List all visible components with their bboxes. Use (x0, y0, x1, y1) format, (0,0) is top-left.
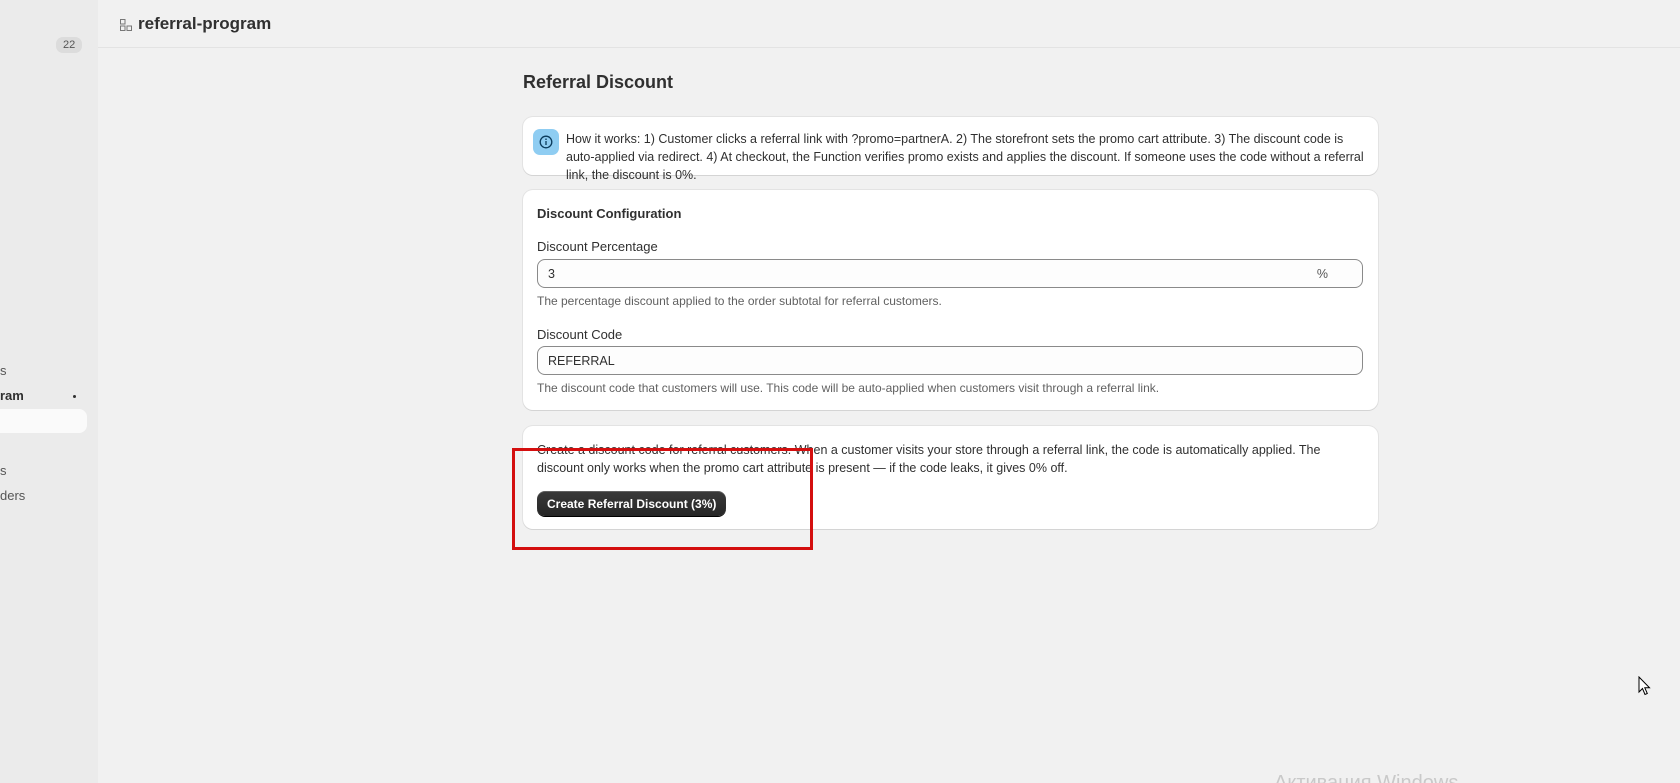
discount-percentage-label: Discount Percentage (537, 239, 658, 254)
info-icon (533, 129, 559, 155)
sidebar-item-orders[interactable]: ders (0, 488, 25, 503)
discount-configuration-card: Discount Configuration Discount Percenta… (523, 190, 1378, 410)
sidebar: 22 s ram s ders (0, 0, 98, 783)
card-title: Discount Configuration (537, 206, 682, 221)
percent-suffix: % (1316, 266, 1328, 281)
sidebar-item-3[interactable]: s (0, 463, 7, 478)
page-title: Referral Discount (523, 72, 674, 92)
active-dot (73, 395, 76, 398)
app-header: referral-program (98, 0, 1680, 48)
app-icon (120, 18, 132, 31)
sidebar-subitem-active[interactable] (0, 409, 87, 433)
discount-code-label: Discount Code (537, 327, 623, 342)
info-banner: How it works: 1) Customer clicks a refer… (523, 117, 1378, 182)
discount-percentage-help: The percentage discount applied to the o… (537, 294, 942, 308)
mouse-cursor-icon (1638, 675, 1651, 701)
app-title: referral-program (138, 14, 272, 33)
count-badge: 22 (56, 37, 83, 53)
discount-percentage-input[interactable]: 3 % (537, 259, 1363, 288)
create-referral-discount-button[interactable]: Create Referral Discount (3%) (537, 491, 727, 516)
create-discount-card: Create a discount code for referral cust… (523, 426, 1378, 529)
sidebar-item-1[interactable]: s (0, 363, 7, 378)
create-description: Create a discount code for referral cust… (537, 443, 1321, 475)
windows-activation-watermark: Активация Windows (1274, 772, 1459, 783)
banner-text: How it works: 1) Customer clicks a refer… (566, 132, 1364, 182)
discount-code-value: REFERRAL (548, 353, 615, 368)
discount-code-input[interactable]: REFERRAL (537, 346, 1363, 375)
discount-code-help: The discount code that customers will us… (537, 381, 1160, 395)
discount-percentage-value: 3 (548, 266, 555, 281)
sidebar-item-referral-program[interactable]: ram (0, 388, 24, 403)
